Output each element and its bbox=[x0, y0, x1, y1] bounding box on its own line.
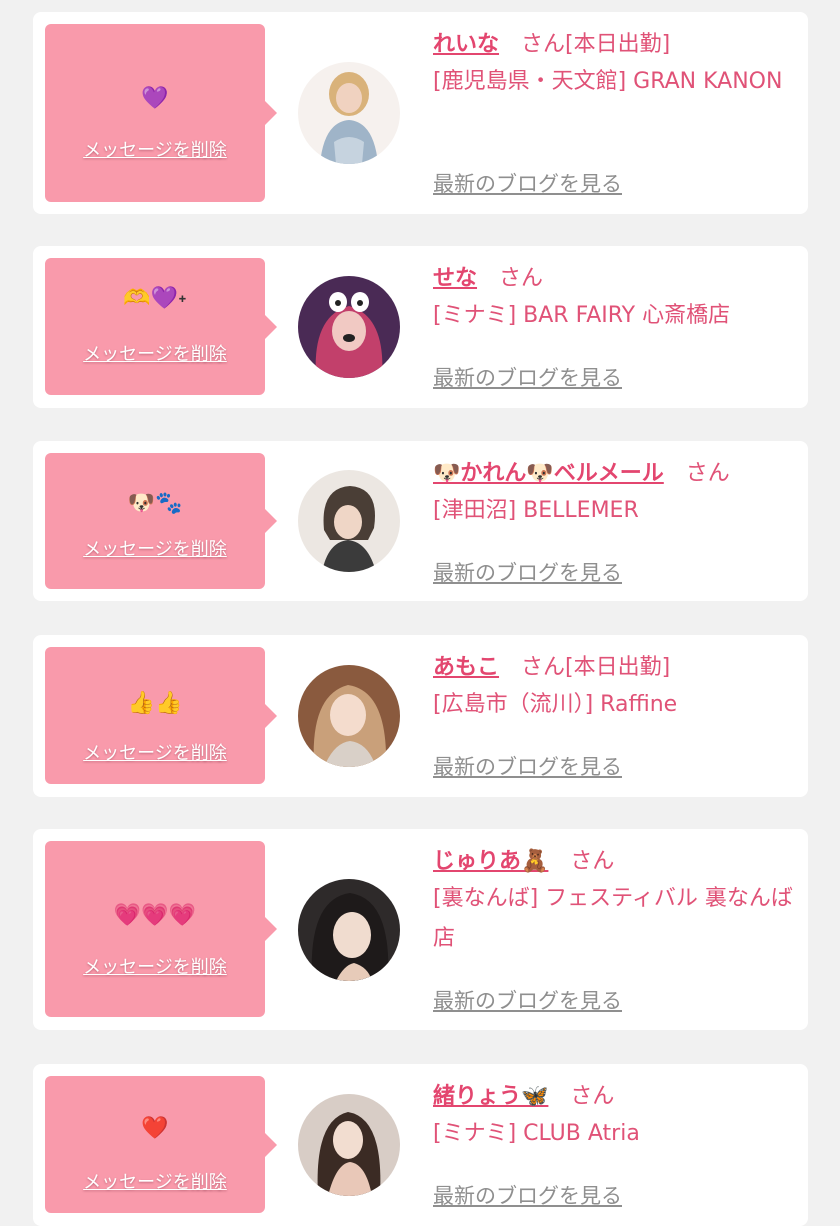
message-emoji: 💗💗💗 bbox=[113, 903, 197, 928]
cast-name-link[interactable]: せな bbox=[433, 266, 477, 291]
cast-info: あもこ さん[本日出勤] [広島市（流川）] Raffine bbox=[433, 651, 798, 725]
cast-info: せな さん [ミナミ] BAR FAIRY 心斎橋店 bbox=[433, 262, 798, 336]
cast-name-line: せな さん bbox=[433, 262, 798, 296]
message-emoji: 💜 bbox=[141, 86, 169, 111]
view-blog-link[interactable]: 最新のブログを見る bbox=[433, 362, 622, 392]
cast-name-link[interactable]: れいな bbox=[433, 32, 499, 57]
cast-name-line: 🐶かれん🐶ベルメール さん bbox=[433, 457, 798, 491]
honorific: さん bbox=[570, 1084, 615, 1109]
message-emoji: 👍👍 bbox=[127, 691, 183, 716]
cast-info: 緒りょう🦋 さん [ミナミ] CLUB Atria bbox=[433, 1080, 798, 1154]
avatar[interactable] bbox=[298, 665, 400, 767]
cast-name-line: 緒りょう🦋 さん bbox=[433, 1080, 798, 1114]
honorific: さん bbox=[521, 655, 566, 680]
message-card: 💜 メッセージを削除 れいな さん[本日出勤] [鹿児島県・天文館] GRAN K… bbox=[33, 12, 808, 214]
honorific: さん bbox=[685, 461, 730, 486]
cast-info: じゅりあ🧸 さん [裏なんば] フェスティバル 裏なんば店 bbox=[433, 845, 798, 959]
message-card: ❤️ メッセージを削除 緒りょう🦋 さん [ミナミ] CLUB Atria 最新の… bbox=[33, 1064, 808, 1226]
view-blog-link[interactable]: 最新のブログを見る bbox=[433, 557, 622, 587]
shop-name: [津田沼] BELLEMER bbox=[433, 498, 639, 523]
message-card: 🐶🐾 メッセージを削除 🐶かれん🐶ベルメール さん [津田沼] BELLEMER … bbox=[33, 441, 808, 601]
cast-name-link[interactable]: じゅりあ🧸 bbox=[433, 849, 548, 874]
message-bubble: ❤️ メッセージを削除 bbox=[45, 1076, 277, 1213]
avatar[interactable] bbox=[298, 1094, 400, 1196]
shop-name: [ミナミ] CLUB Atria bbox=[433, 1121, 640, 1146]
cast-name-link[interactable]: 緒りょう🦋 bbox=[433, 1084, 548, 1109]
attendance-status: [本日出勤] bbox=[565, 32, 671, 57]
message-card: 🫶💜˖ メッセージを削除 せな さん [ミナミ] BAR FAIRY 心斎橋店 最… bbox=[33, 246, 808, 408]
honorific: さん bbox=[499, 266, 544, 291]
message-list: 💜 メッセージを削除 れいな さん[本日出勤] [鹿児島県・天文館] GRAN K… bbox=[0, 0, 840, 1226]
attendance-status: [本日出勤] bbox=[565, 655, 671, 680]
honorific: さん bbox=[570, 849, 615, 874]
message-bubble: 💗💗💗 メッセージを削除 bbox=[45, 841, 277, 1017]
honorific: さん bbox=[521, 32, 566, 57]
cast-name-line: じゅりあ🧸 さん bbox=[433, 845, 798, 879]
delete-message-button[interactable]: メッセージを削除 bbox=[45, 535, 265, 561]
shop-name: [広島市（流川）] Raffine bbox=[433, 692, 678, 717]
shop-name: [鹿児島県・天文館] GRAN KANON bbox=[433, 69, 783, 94]
avatar[interactable] bbox=[298, 879, 400, 981]
view-blog-link[interactable]: 最新のブログを見る bbox=[433, 1180, 622, 1210]
delete-message-button[interactable]: メッセージを削除 bbox=[45, 1168, 265, 1194]
delete-message-button[interactable]: メッセージを削除 bbox=[45, 739, 265, 765]
view-blog-link[interactable]: 最新のブログを見る bbox=[433, 168, 622, 198]
avatar[interactable] bbox=[298, 470, 400, 572]
cast-name-line: れいな さん[本日出勤] bbox=[433, 28, 798, 62]
message-card: 👍👍 メッセージを削除 あもこ さん[本日出勤] [広島市（流川）] Raffin… bbox=[33, 635, 808, 797]
message-card: 💗💗💗 メッセージを削除 じゅりあ🧸 さん [裏なんば] フェスティバル 裏なんば… bbox=[33, 829, 808, 1030]
avatar[interactable] bbox=[298, 62, 400, 164]
message-emoji: ❤️ bbox=[141, 1116, 169, 1141]
avatar[interactable] bbox=[298, 276, 400, 378]
shop-name: [裏なんば] フェスティバル 裏なんば店 bbox=[433, 886, 793, 951]
delete-message-button[interactable]: メッセージを削除 bbox=[45, 953, 265, 979]
cast-name-link[interactable]: あもこ bbox=[433, 655, 499, 680]
cast-info: 🐶かれん🐶ベルメール さん [津田沼] BELLEMER bbox=[433, 457, 798, 531]
cast-info: れいな さん[本日出勤] [鹿児島県・天文館] GRAN KANON bbox=[433, 28, 798, 102]
message-bubble: 💜 メッセージを削除 bbox=[45, 24, 277, 202]
cast-name-link[interactable]: 🐶かれん🐶ベルメール bbox=[433, 461, 664, 486]
delete-message-button[interactable]: メッセージを削除 bbox=[45, 340, 265, 366]
shop-name: [ミナミ] BAR FAIRY 心斎橋店 bbox=[433, 303, 731, 328]
message-emoji: 🫶💜˖ bbox=[123, 286, 187, 311]
view-blog-link[interactable]: 最新のブログを見る bbox=[433, 985, 622, 1015]
message-bubble: 🐶🐾 メッセージを削除 bbox=[45, 453, 277, 589]
message-bubble: 🫶💜˖ メッセージを削除 bbox=[45, 258, 277, 395]
message-emoji: 🐶🐾 bbox=[127, 491, 183, 516]
view-blog-link[interactable]: 最新のブログを見る bbox=[433, 751, 622, 781]
message-bubble: 👍👍 メッセージを削除 bbox=[45, 647, 277, 784]
delete-message-button[interactable]: メッセージを削除 bbox=[45, 136, 265, 162]
cast-name-line: あもこ さん[本日出勤] bbox=[433, 651, 798, 685]
